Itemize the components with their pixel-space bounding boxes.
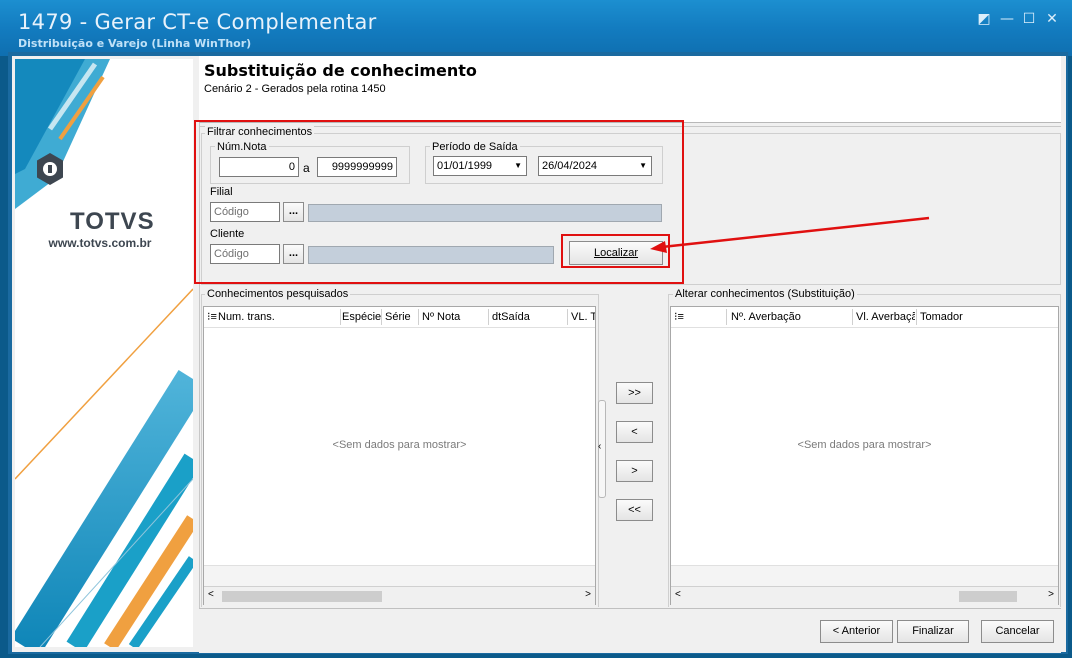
column-header[interactable]: VL. T (571, 307, 595, 327)
scroll-right-icon[interactable]: > (1048, 589, 1054, 600)
window-subtitle: Distribuição e Varejo (Linha WinThor) (18, 37, 252, 50)
finish-button[interactable]: Finalizar (897, 620, 969, 643)
column-header[interactable]: Tomador (920, 307, 963, 327)
grid-footer-row (671, 565, 1058, 586)
window-title: 1479 - Gerar CT-e Complementar (18, 10, 377, 34)
column-header[interactable]: Num. trans. (218, 307, 275, 327)
column-header[interactable]: dtSaída (492, 307, 530, 327)
brand-side-panel (15, 59, 193, 647)
column-separator (488, 309, 489, 325)
column-separator (340, 309, 341, 325)
column-header[interactable]: Série (385, 307, 411, 327)
scroll-left-icon[interactable]: < (208, 589, 214, 600)
scrollbar-thumb[interactable] (959, 591, 1017, 602)
alterar-conhecimentos-grid[interactable]: ⁝≡ Nº. Averbação Vl. Averbaçã Tomador <S… (670, 306, 1059, 605)
conhecimentos-pesquisados-grid[interactable]: ⁝≡ Num. trans. Espécie Série Nº Nota dtS… (203, 306, 596, 605)
left-grid-label: Conhecimentos pesquisados (205, 288, 351, 300)
scroll-left-icon[interactable]: < (675, 589, 681, 600)
column-chooser-icon[interactable]: ⁝≡ (207, 307, 217, 327)
column-separator (418, 309, 419, 325)
column-header[interactable]: Espécie (342, 307, 381, 327)
minimize-icon[interactable]: — (998, 10, 1016, 28)
empty-grid-message: <Sem dados para mostrar> (797, 439, 932, 451)
restore-icon[interactable]: ◩ (975, 10, 993, 28)
cancel-button[interactable]: Cancelar (981, 620, 1054, 643)
add-all-button[interactable]: >> (616, 382, 653, 404)
remove-all-button[interactable]: << (616, 499, 653, 521)
brand-name: TOTVS (70, 208, 155, 235)
totvs-logo-icon (35, 152, 65, 189)
grid-footer-row (204, 565, 595, 586)
brand-website: www.totvs.com.br (48, 236, 152, 250)
collapse-left-icon[interactable]: ‹ (598, 441, 601, 452)
column-separator (726, 309, 727, 325)
close-icon[interactable]: ✕ (1043, 10, 1061, 28)
maximize-icon[interactable]: ☐ (1020, 10, 1038, 28)
column-separator (567, 309, 568, 325)
column-chooser-icon[interactable]: ⁝≡ (674, 307, 684, 327)
column-separator (852, 309, 853, 325)
column-separator (916, 309, 917, 325)
annotation-arrow-icon (650, 216, 930, 253)
remove-button[interactable]: < (616, 421, 653, 443)
scroll-right-icon[interactable]: > (585, 589, 591, 600)
column-header[interactable]: Vl. Averbaçã (856, 307, 915, 327)
empty-grid-message: <Sem dados para mostrar> (332, 439, 467, 451)
brand-decoration (15, 59, 193, 647)
horizontal-scrollbar[interactable]: < > (671, 586, 1058, 605)
page-title: Substituição de conhecimento (204, 61, 477, 80)
back-button[interactable]: < Anterior (820, 620, 893, 643)
column-header[interactable]: Nº. Averbação (731, 307, 801, 327)
horizontal-scrollbar[interactable]: < > (204, 586, 595, 605)
add-button[interactable]: > (616, 460, 653, 482)
column-separator (381, 309, 382, 325)
column-header[interactable]: Nº Nota (422, 307, 460, 327)
page-subtitle: Cenário 2 - Gerados pela rotina 1450 (204, 83, 386, 95)
right-grid-label: Alterar conhecimentos (Substituição) (673, 288, 857, 300)
scrollbar-thumb[interactable] (222, 591, 382, 602)
